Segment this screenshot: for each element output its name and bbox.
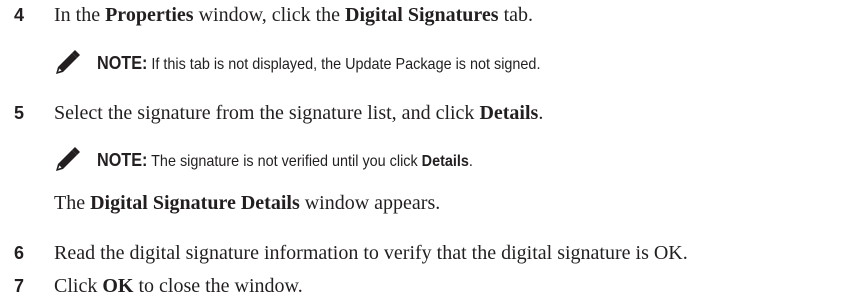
note-body: If this tab is not displayed, the Update… [147, 56, 541, 73]
text-run: The [54, 192, 91, 214]
step-number: 4 [14, 5, 25, 25]
pencil-note-icon [56, 147, 80, 171]
step-number: 7 [14, 276, 25, 296]
note-label: NOTE: [97, 53, 148, 73]
ui-term-digital-signature-details: Digital Signature Details [90, 192, 300, 214]
note-text: NOTE: If this tab is not displayed, the … [97, 52, 540, 76]
text-run: Click [54, 275, 103, 297]
ui-term-digital-signatures: Digital Signatures [345, 4, 499, 26]
text-run: window, click the [193, 4, 346, 26]
text-run: In the [54, 4, 106, 26]
pencil-note-icon [56, 50, 80, 74]
note-body: The signature is not verified until you … [147, 153, 422, 170]
text-run: . [538, 102, 544, 124]
result-text: The Digital Signature Details window app… [54, 191, 440, 215]
text-run: window appears. [299, 192, 441, 214]
text-run: Select the signature from the signature … [54, 102, 480, 124]
step-number: 6 [14, 243, 25, 263]
step-number: 5 [14, 103, 25, 123]
step-text: Read the digital signature information t… [54, 242, 688, 264]
text-run: tab. [498, 4, 534, 26]
note-label: NOTE: [97, 150, 148, 170]
ui-term-details: Details [421, 153, 469, 170]
ui-term-details: Details [479, 102, 539, 124]
step-text: Click OK to close the window. [54, 274, 303, 298]
step-text: Select the signature from the signature … [54, 101, 543, 125]
ui-term-properties: Properties [105, 4, 194, 26]
text-run: to close the window. [133, 275, 303, 297]
ui-term-ok: OK [102, 275, 134, 297]
step-text: In the Properties window, click the Digi… [54, 3, 533, 27]
note-body: . [468, 153, 473, 170]
note-text: NOTE: The signature is not verified unti… [97, 149, 473, 173]
